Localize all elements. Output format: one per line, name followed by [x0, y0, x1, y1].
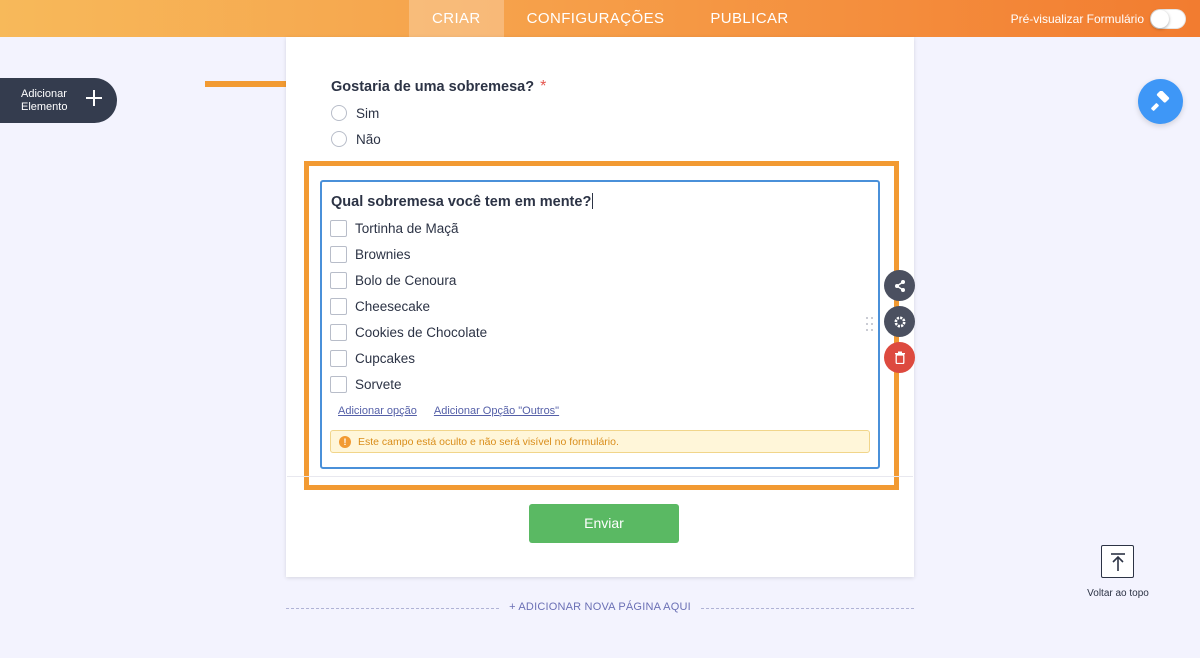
tab-configuracoes[interactable]: CONFIGURAÇÕES	[504, 0, 688, 37]
add-new-page-divider: + ADICIONAR NOVA PÁGINA AQUI	[286, 601, 914, 615]
form-designer-button[interactable]	[1138, 79, 1183, 124]
add-element-button[interactable]: Adicionar Elemento	[0, 78, 117, 123]
gear-icon	[894, 316, 905, 327]
section-divider	[287, 476, 913, 477]
radio-option-label: Não	[356, 131, 381, 147]
required-asterisk: *	[540, 78, 547, 95]
annotation-highlight-box	[304, 161, 899, 490]
submit-button[interactable]: Enviar	[529, 504, 679, 543]
radio-button[interactable]	[331, 131, 347, 147]
arrow-up-to-line-icon	[1110, 552, 1125, 571]
plus-icon	[84, 88, 104, 108]
back-to-top-label[interactable]: Voltar ao topo	[1077, 588, 1159, 599]
preview-form-label: Pré-visualizar Formulário	[1010, 11, 1144, 26]
question-dessert-yes-no: Gostaria de uma sobremesa? *	[331, 78, 546, 96]
field-settings-button[interactable]	[884, 306, 915, 337]
share-icon	[894, 279, 905, 292]
add-element-label-line1: Adicionar	[21, 87, 67, 100]
add-element-label-line2: Elemento	[21, 100, 68, 113]
radio-option-label: Sim	[356, 105, 380, 121]
radio-option-nao[interactable]: Não	[331, 131, 381, 147]
tab-publicar[interactable]: PUBLICAR	[687, 0, 811, 37]
add-new-page-link[interactable]: + ADICIONAR NOVA PÁGINA AQUI	[286, 601, 914, 613]
trash-icon	[894, 351, 905, 364]
preview-form-control: Pré-visualizar Formulário	[1011, 0, 1186, 37]
share-field-button[interactable]	[884, 270, 915, 301]
toggle-knob	[1151, 9, 1169, 28]
question-title[interactable]: Gostaria de uma sobremesa?	[331, 79, 534, 95]
add-element-label: Adicionar Elemento	[21, 88, 81, 114]
builder-tabs: CRIAR CONFIGURAÇÕES PUBLICAR	[409, 0, 812, 37]
drag-handle-icon[interactable]	[865, 316, 875, 334]
radio-option-sim[interactable]: Sim	[331, 105, 379, 121]
radio-button[interactable]	[331, 105, 347, 121]
preview-form-toggle[interactable]	[1150, 8, 1186, 29]
paint-roller-icon	[1150, 90, 1169, 111]
back-to-top-button[interactable]	[1101, 545, 1134, 578]
tab-criar[interactable]: CRIAR	[409, 0, 504, 37]
delete-field-button[interactable]	[884, 342, 915, 373]
top-navigation-bar: CRIAR CONFIGURAÇÕES PUBLICAR Pré-visuali…	[0, 0, 1200, 37]
